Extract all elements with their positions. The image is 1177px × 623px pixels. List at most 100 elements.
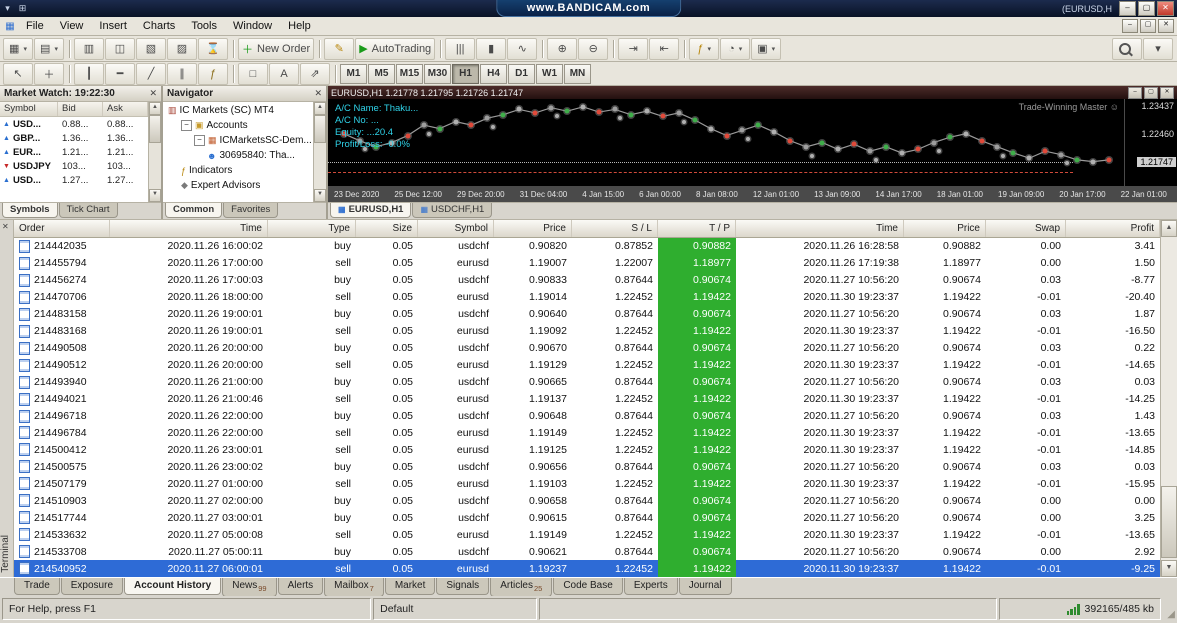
column-header-time[interactable]: Time	[736, 220, 904, 237]
history-row[interactable]: 2144707062020.11.26 18:00:00sell0.05euru…	[14, 289, 1160, 306]
history-row[interactable]: 2145336322020.11.27 05:00:08sell0.05euru…	[14, 526, 1160, 543]
scroll-thumb[interactable]	[149, 115, 161, 143]
history-row[interactable]: 2145409522020.11.27 06:00:01sell0.05euru…	[14, 560, 1160, 577]
chart-line-button[interactable]: ∿	[507, 38, 537, 60]
timeframe-m1[interactable]: M1	[340, 64, 367, 84]
titlebar-arrow-icon[interactable]: ▾	[0, 3, 15, 14]
terminal-scrollbar[interactable]: ▲ ▼	[1160, 220, 1177, 577]
column-header-time[interactable]: Time	[110, 220, 268, 237]
history-row[interactable]: 2144831682020.11.26 19:00:01sell0.05euru…	[14, 323, 1160, 340]
tree-item-indicators[interactable]: ƒIndicators	[163, 163, 313, 178]
timeframe-m5[interactable]: M5	[368, 64, 395, 84]
terminal-tab-market[interactable]: Market	[385, 578, 436, 595]
search-button[interactable]	[1112, 38, 1142, 60]
resize-grip[interactable]: ◢	[1163, 598, 1175, 620]
zoom-in-button[interactable]: ⊕	[547, 38, 577, 60]
scroll-down-icon[interactable]: ▼	[314, 189, 326, 202]
scroll-down-icon[interactable]: ▼	[149, 189, 161, 202]
minimize-button[interactable]: –	[1119, 1, 1136, 16]
maximize-button[interactable]: ▢	[1138, 1, 1155, 16]
autotrading-button[interactable]: ▶AutoTrading	[355, 38, 435, 60]
history-row[interactable]: 2144905122020.11.26 20:00:00sell0.05euru…	[14, 357, 1160, 374]
more-tools-button[interactable]: ▾	[1143, 38, 1173, 60]
terminal-tab-account-history[interactable]: Account History	[124, 578, 221, 595]
terminal-tab-experts[interactable]: Experts	[624, 578, 678, 595]
column-header-price[interactable]: Price	[494, 220, 572, 237]
auto-scroll-button[interactable]: ⇥	[618, 38, 648, 60]
terminal-tab-alerts[interactable]: Alerts	[278, 578, 324, 595]
terminal-tab-mailbox[interactable]: Mailbox7	[324, 578, 384, 597]
history-row[interactable]: 2144905082020.11.26 20:00:00buy0.05usdch…	[14, 340, 1160, 357]
tree-item-expert-advisors[interactable]: ◆Expert Advisors	[163, 178, 313, 193]
fibonacci-tool-button[interactable]: ƒ	[198, 63, 228, 85]
history-row[interactable]: 2145005752020.11.26 23:00:02buy0.05usdch…	[14, 458, 1160, 475]
history-row[interactable]: 2145109032020.11.27 02:00:00buy0.05usdch…	[14, 492, 1160, 509]
indicators-list-button[interactable]: ƒ▾	[689, 38, 719, 60]
periods-list-button[interactable]: ◔▾	[720, 38, 750, 60]
scroll-up-icon[interactable]: ▲	[149, 102, 161, 115]
status-profile[interactable]: Default	[373, 598, 537, 620]
market-watch-scrollbar[interactable]: ▲ ▼	[148, 102, 161, 202]
market-watch-tab-symbols[interactable]: Symbols	[2, 203, 58, 218]
history-row[interactable]: 2144939402020.11.26 21:00:00buy0.05usdch…	[14, 374, 1160, 391]
terminal-toggle-button[interactable]: ▨	[167, 38, 197, 60]
chart-bars-button[interactable]: |||	[445, 38, 475, 60]
column-header-bid[interactable]: Bid	[58, 102, 103, 116]
history-row[interactable]: 2144967842020.11.26 22:00:00sell0.05euru…	[14, 424, 1160, 441]
terminal-tab-trade[interactable]: Trade	[14, 578, 60, 595]
terminal-tab-news[interactable]: News99	[222, 578, 276, 597]
timeframe-d1[interactable]: D1	[508, 64, 535, 84]
scroll-up-icon[interactable]: ▲	[1161, 220, 1177, 237]
menu-item-file[interactable]: File	[18, 19, 52, 33]
trendline-tool-button[interactable]: ╱	[136, 63, 166, 85]
chart-plot[interactable]	[328, 99, 1125, 186]
history-row[interactable]: 2145004122020.11.26 23:00:01sell0.05euru…	[14, 441, 1160, 458]
terminal-tab-exposure[interactable]: Exposure	[61, 578, 123, 595]
timeframe-mn[interactable]: MN	[564, 64, 591, 84]
column-header-symbol[interactable]: Symbol	[0, 102, 58, 116]
strategy-tester-button[interactable]: ⌛	[198, 38, 228, 60]
column-header-order[interactable]: Order	[14, 220, 110, 237]
tree-expander-icon[interactable]: −	[194, 135, 205, 146]
terminal-tab-code-base[interactable]: Code Base	[553, 578, 622, 595]
profiles-button[interactable]: ▤▾	[34, 38, 64, 60]
history-row[interactable]: 2145337082020.11.27 05:00:11buy0.05usdch…	[14, 543, 1160, 560]
menu-item-view[interactable]: View	[52, 19, 92, 33]
horizontal-line-tool-button[interactable]: ━	[105, 63, 135, 85]
history-row[interactable]: 2144420352020.11.26 16:00:02buy0.05usdch…	[14, 238, 1160, 255]
cursor-tool-button[interactable]: ↖	[3, 63, 33, 85]
chart-restore-icon[interactable]: ▢	[1144, 87, 1158, 99]
child-restore-button[interactable]: ▢	[1140, 19, 1156, 33]
child-close-button[interactable]: ✕	[1158, 19, 1174, 33]
text-tool-button[interactable]: A	[269, 63, 299, 85]
timeframe-h4[interactable]: H4	[480, 64, 507, 84]
chart-close-icon[interactable]: ✕	[1160, 87, 1174, 99]
navigator-tab-favorites[interactable]: Favorites	[223, 203, 278, 218]
market-watch-row[interactable]: ▲USD...0.88...0.88...	[0, 117, 148, 131]
market-watch-row[interactable]: ▼USDJPY103...103...	[0, 159, 148, 173]
shapes-tool-button[interactable]: □	[238, 63, 268, 85]
menu-item-tools[interactable]: Tools	[183, 19, 225, 33]
chart-candles-button[interactable]: ▮	[476, 38, 506, 60]
new-chart-button[interactable]: ▦▾	[3, 38, 33, 60]
scroll-thumb[interactable]	[1161, 486, 1177, 558]
navigator-scrollbar[interactable]: ▲ ▼	[313, 102, 326, 202]
history-row[interactable]: 2144562742020.11.26 17:00:03buy0.05usdch…	[14, 272, 1160, 289]
menu-item-insert[interactable]: Insert	[91, 19, 135, 33]
chart-minimize-icon[interactable]: –	[1128, 87, 1142, 99]
timeframe-m30[interactable]: M30	[424, 64, 451, 84]
terminal-tab-signals[interactable]: Signals	[436, 578, 489, 595]
history-row[interactable]: 2144940212020.11.26 21:00:46sell0.05euru…	[14, 391, 1160, 408]
column-header-t-p[interactable]: T / P	[658, 220, 736, 237]
column-header-profit[interactable]: Profit	[1066, 220, 1160, 237]
data-window-toggle-button[interactable]: ◫	[105, 38, 135, 60]
market-watch-tab-tick-chart[interactable]: Tick Chart	[59, 203, 118, 218]
chart-area[interactable]: EURUSD,H1 1.21778 1.21795 1.21726 1.2174…	[328, 86, 1177, 202]
market-watch-close-icon[interactable]: ✕	[149, 88, 157, 99]
zoom-out-button[interactable]: ⊖	[578, 38, 608, 60]
tree-item-icmarketssc-dem-[interactable]: −▦ICMarketsSC-Dem...	[163, 133, 313, 148]
chart-shift-button[interactable]: ⇤	[649, 38, 679, 60]
menu-item-charts[interactable]: Charts	[135, 19, 183, 33]
column-header-price[interactable]: Price	[904, 220, 986, 237]
market-watch-row[interactable]: ▲USD...1.27...1.27...	[0, 173, 148, 187]
